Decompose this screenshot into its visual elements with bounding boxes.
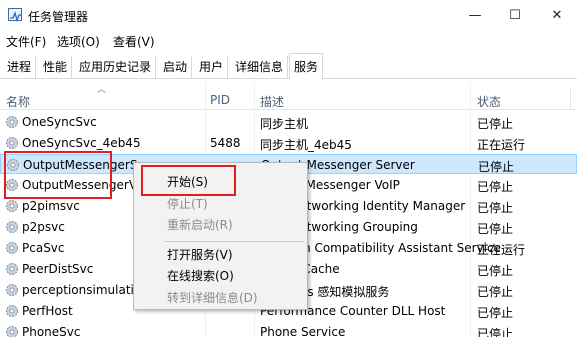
service-status: 已停止 xyxy=(477,180,514,194)
minimize-button[interactable]: — xyxy=(455,0,495,31)
context-stop-item[interactable]: 停止(T) xyxy=(134,194,307,215)
service-status: 已停止 xyxy=(477,285,514,299)
close-button[interactable]: ✕ xyxy=(537,0,577,31)
gear-icon xyxy=(6,284,18,296)
menu-view[interactable]: 查看(V) xyxy=(113,33,155,50)
gear-icon xyxy=(6,242,18,254)
context-search-online-item[interactable]: 在线搜索(O) xyxy=(134,266,307,287)
menu-bar: 文件(F) 选项(O) 查看(V) xyxy=(0,31,577,52)
tab-bar: 进程 性能 应用历史记录 启动 用户 详细信息 服务 xyxy=(0,53,577,80)
service-name: PhoneSvc xyxy=(22,325,81,337)
title-bar: 任务管理器 — ☐ ✕ xyxy=(0,0,577,31)
column-name-header[interactable]: 名称 xyxy=(6,93,30,110)
service-name: perceptionsimulation xyxy=(22,283,149,297)
service-status: 已停止 xyxy=(478,160,515,174)
service-name: PcaSvc xyxy=(22,241,65,255)
column-pid-header[interactable]: PID xyxy=(210,93,230,107)
service-name: PerfHost xyxy=(22,304,73,318)
column-header: ︿ 名称 PID 描述 状态 xyxy=(0,82,577,110)
service-pid: 5488 xyxy=(210,136,241,150)
service-status: 已停止 xyxy=(477,327,514,337)
service-status: 已停止 xyxy=(477,117,514,131)
gear-icon xyxy=(6,305,18,317)
service-status: 已停止 xyxy=(477,306,514,320)
service-name: PeerDistSvc xyxy=(22,262,94,276)
context-go-to-details-item[interactable]: 转到详细信息(D) xyxy=(134,288,307,309)
highlight-box-start xyxy=(141,165,236,196)
menu-separator xyxy=(164,241,304,242)
tab-processes[interactable]: 进程 xyxy=(3,56,37,79)
window-title: 任务管理器 xyxy=(28,10,89,24)
service-name: OneSyncSvc xyxy=(22,115,97,129)
column-divider[interactable] xyxy=(570,88,571,110)
service-description: 同步主机 xyxy=(260,117,309,131)
service-description: 同步主机_4eb45 xyxy=(260,138,352,152)
column-status-header[interactable]: 状态 xyxy=(477,93,501,110)
gear-icon xyxy=(6,200,18,212)
sort-ascending-icon: ︿ xyxy=(97,85,107,95)
menu-options[interactable]: 选项(O) xyxy=(57,33,100,50)
column-description-header[interactable]: 描述 xyxy=(260,93,284,110)
service-status: 已停止 xyxy=(477,222,514,236)
tab-performance[interactable]: 性能 xyxy=(39,56,73,79)
service-name: p2pimsvc xyxy=(22,199,80,213)
maximize-button[interactable]: ☐ xyxy=(495,0,535,31)
gear-icon xyxy=(6,326,18,337)
tab-startup[interactable]: 启动 xyxy=(159,56,193,79)
tab-services[interactable]: 服务 xyxy=(289,53,324,80)
service-status: 已停止 xyxy=(477,201,514,215)
gear-icon xyxy=(6,116,18,128)
service-status: 正在运行 xyxy=(477,138,526,152)
service-name: p2psvc xyxy=(22,220,65,234)
context-restart-item[interactable]: 重新启动(R) xyxy=(134,215,307,236)
gear-icon xyxy=(6,263,18,275)
tab-app-history[interactable]: 应用历史记录 xyxy=(75,56,157,79)
menu-file[interactable]: 文件(F) xyxy=(6,33,46,50)
service-status: 正在运行 xyxy=(477,243,526,257)
service-row[interactable]: OneSyncSvc_4eb45 5488 同步主机_4eb45 正在运行 xyxy=(0,133,577,153)
highlight-box-service xyxy=(4,151,112,199)
gear-icon xyxy=(6,221,18,233)
task-manager-icon xyxy=(8,8,22,22)
tab-users[interactable]: 用户 xyxy=(195,56,229,79)
service-row[interactable]: OneSyncSvc 同步主机 已停止 xyxy=(0,112,577,132)
service-status: 已停止 xyxy=(477,264,514,278)
service-row[interactable]: PhoneSvc Phone Service 已停止 xyxy=(0,322,577,337)
gear-icon xyxy=(6,137,18,149)
service-description: Phone Service xyxy=(260,325,346,337)
service-name: OneSyncSvc_4eb45 xyxy=(22,136,141,150)
context-open-services-item[interactable]: 打开服务(V) xyxy=(134,245,307,266)
tab-details[interactable]: 详细信息 xyxy=(231,56,289,79)
